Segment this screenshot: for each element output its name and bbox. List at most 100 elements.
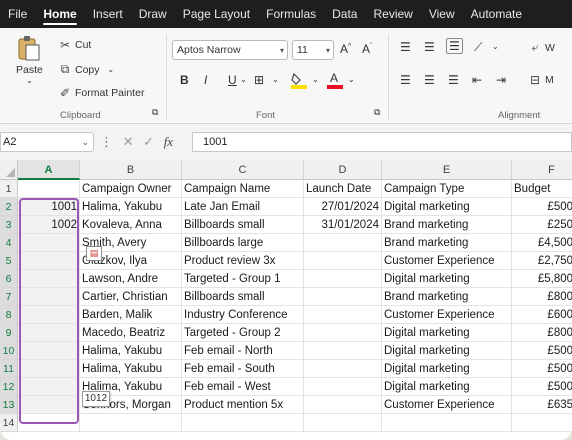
column-header-f[interactable]: F [512,160,572,180]
column-header-b[interactable]: B [80,160,182,180]
cell-c14[interactable] [182,414,304,432]
cell-b7[interactable]: Cartier, Christian [80,288,182,306]
cell-f4[interactable]: £4,500.00 [512,234,572,252]
row-header[interactable]: 14 [0,414,18,432]
chevron-down-icon[interactable]: ⌄ [240,75,247,84]
cell-e7[interactable]: Brand marketing [382,288,512,306]
cell-c6[interactable]: Targeted - Group 1 [182,270,304,288]
cell-c13[interactable]: Product mention 5x [182,396,304,414]
cell-d11[interactable] [304,360,382,378]
merge-button[interactable]: ⊟ M [528,73,554,87]
align-right-icon[interactable]: ☰ [448,73,459,87]
column-header-e[interactable]: E [382,160,512,180]
cell-a6[interactable] [18,270,80,288]
cell-d9[interactable] [304,324,382,342]
cell-f9[interactable]: £800.00 [512,324,572,342]
bold-button[interactable]: B [180,73,189,87]
align-top-icon[interactable]: ☰ [400,40,411,54]
cell-b6[interactable]: Lawson, Andre [80,270,182,288]
spreadsheet-grid[interactable]: A B C D E F 1 Campaign Owner Campaign Name Launch… [0,160,572,440]
column-header-c[interactable]: C [182,160,304,180]
cell-b1[interactable]: Campaign Owner [80,180,182,198]
cell-e1[interactable]: Campaign Type [382,180,512,198]
cell-c4[interactable]: Billboards large [182,234,304,252]
cell-e9[interactable]: Digital marketing [382,324,512,342]
font-name-select[interactable]: Aptos Narrow ▾ [172,40,288,60]
cell-a10[interactable] [18,342,80,360]
underline-button[interactable]: U [228,73,237,87]
tab-review[interactable]: Review [365,0,420,28]
cell-f3[interactable]: £250.00 [512,216,572,234]
tab-data[interactable]: Data [324,0,365,28]
cell-a7[interactable] [18,288,80,306]
row-header[interactable]: 2 [0,198,18,216]
cell-f14[interactable] [512,414,572,432]
row-header[interactable]: 4 [0,234,18,252]
cell-c1[interactable]: Campaign Name [182,180,304,198]
cell-e10[interactable]: Digital marketing [382,342,512,360]
paste-options-icon[interactable]: ▤ [86,246,102,261]
dialog-launcher-icon[interactable]: ⧉ [152,107,158,118]
cell-a8[interactable] [18,306,80,324]
tab-home[interactable]: Home [35,0,84,28]
cell-a5[interactable] [18,252,80,270]
align-middle-icon[interactable]: ☰ [424,40,435,54]
format-painter-button[interactable]: ✐ Format Painter [58,86,144,100]
align-center-icon[interactable]: ☰ [424,73,435,87]
cell-e12[interactable]: Digital marketing [382,378,512,396]
tab-draw[interactable]: Draw [131,0,175,28]
cell-d1[interactable]: Launch Date [304,180,382,198]
cell-f10[interactable]: £500.00 [512,342,572,360]
cell-e2[interactable]: Digital marketing [382,198,512,216]
cell-a4[interactable] [18,234,80,252]
column-header-a[interactable]: A [18,160,80,180]
cell-e14[interactable] [382,414,512,432]
cell-d3[interactable]: 31/01/2024 [304,216,382,234]
row-header[interactable]: 5 [0,252,18,270]
cell-f2[interactable]: £500.00 [512,198,572,216]
row-header[interactable]: 11 [0,360,18,378]
cancel-icon[interactable]: ✕ [123,134,134,149]
cell-c7[interactable]: Billboards small [182,288,304,306]
cell-e3[interactable]: Brand marketing [382,216,512,234]
chevron-down-icon[interactable]: ⌄ [348,75,355,84]
cell-f13[interactable]: £635.00 [512,396,572,414]
row-header[interactable]: 1 [0,180,18,198]
cell-b14[interactable] [80,414,182,432]
cell-e6[interactable]: Digital marketing [382,270,512,288]
tab-insert[interactable]: Insert [85,0,131,28]
cell-a1[interactable] [18,180,80,198]
tab-view[interactable]: View [421,0,463,28]
row-header[interactable]: 7 [0,288,18,306]
cell-f6[interactable]: £5,800.00 [512,270,572,288]
cell-d8[interactable] [304,306,382,324]
cell-a11[interactable] [18,360,80,378]
orientation-icon[interactable]: ⟋ [474,40,482,55]
row-header[interactable]: 6 [0,270,18,288]
chevron-down-icon[interactable]: ⌄ [26,76,33,85]
cut-button[interactable]: ✂ Cut [58,38,91,52]
tab-file[interactable]: File [0,0,35,28]
cell-d12[interactable] [304,378,382,396]
select-all-button[interactable] [0,160,18,180]
decrease-indent-icon[interactable]: ⇤ [472,73,482,87]
cell-f7[interactable]: £800.00 [512,288,572,306]
cell-d5[interactable] [304,252,382,270]
cell-b11[interactable]: Halima, Yakubu [80,360,182,378]
chevron-down-icon[interactable]: ⌄ [272,75,279,84]
tab-formulas[interactable]: Formulas [258,0,324,28]
cell-a12[interactable] [18,378,80,396]
font-color-button[interactable]: A [326,70,344,90]
chevron-down-icon[interactable]: ⌄ [492,42,499,51]
grow-font-button[interactable]: A^ [340,42,351,56]
cell-c9[interactable]: Targeted - Group 2 [182,324,304,342]
cell-b9[interactable]: Macedo, Beatriz [80,324,182,342]
row-header[interactable]: 9 [0,324,18,342]
column-header-d[interactable]: D [304,160,382,180]
tab-automate[interactable]: Automate [463,0,530,28]
cell-f5[interactable]: £2,750.00 [512,252,572,270]
cell-f8[interactable]: £600.00 [512,306,572,324]
cell-e5[interactable]: Customer Experience [382,252,512,270]
chevron-down-icon[interactable]: ⌄ [108,65,115,74]
paste-button[interactable]: Paste ⌄ [16,34,43,85]
